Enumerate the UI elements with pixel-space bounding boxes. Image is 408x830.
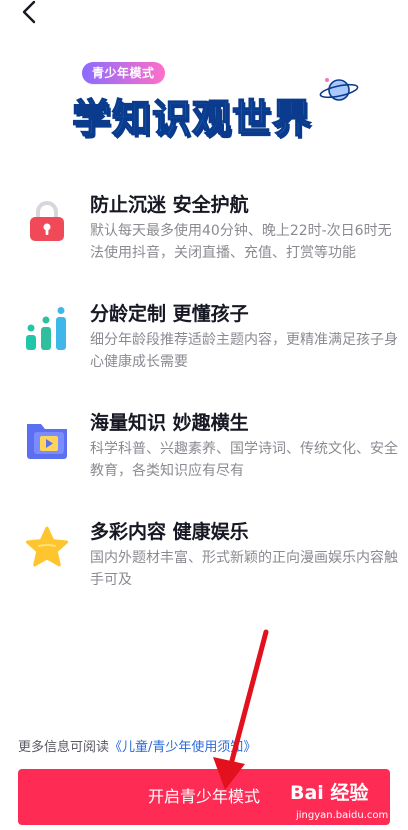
feature-desc: 细分年龄段推荐适龄主题内容，更精准满足孩子身心健康成长需要 (90, 332, 398, 370)
feature-title: 分龄定制 更懂孩子 (90, 303, 249, 325)
feature-knowledge: 海量知识 妙趣横生 科学科普、兴趣素养、国学诗词、传统文化、安全教育，各类知识应… (22, 408, 398, 488)
feature-desc: 科学科普、兴趣素养、国学诗词、传统文化、安全教育，各类知识应有尽有 (90, 441, 398, 479)
usage-notice-link[interactable]: 《儿童/青少年使用须知》 (109, 740, 256, 755)
back-button[interactable] (14, 0, 44, 26)
feature-entertainment: 多彩内容 健康娱乐 国内外题材丰富、形式新颖的正向漫画娱乐内容触手可及 (22, 517, 398, 597)
watermark-url: jingyan.baidu.com (296, 810, 389, 821)
baidu-jingyan-watermark: Bai 经验 jingyan.baidu.com (290, 778, 408, 828)
bar-chart-icon (26, 307, 66, 350)
feature-desc: 国内外题材丰富、形式新颖的正向漫画娱乐内容触手可及 (90, 550, 398, 588)
feature-desc: 默认每天最多使用40分钟、晚上22时-次日6时无法使用抖音，关闭直播、充值、打赏… (90, 223, 392, 261)
more-info-note: 更多信息可阅读《儿童/青少年使用须知》 (18, 736, 256, 755)
video-folder-icon (27, 424, 67, 459)
feature-anti-addiction: 防止沉迷 安全护航 默认每天最多使用40分钟、晚上22时-次日6时无法使用抖音，… (22, 190, 392, 270)
lock-icon (30, 201, 64, 241)
planet-icon (319, 78, 359, 101)
chevron-left-icon (22, 0, 36, 24)
feature-title: 防止沉迷 安全护航 (90, 194, 249, 216)
feature-title: 海量知识 妙趣横生 (90, 412, 249, 434)
more-info-prefix: 更多信息可阅读 (18, 740, 110, 755)
star-icon (25, 526, 69, 567)
feature-title: 多彩内容 健康娱乐 (90, 521, 249, 543)
teen-mode-badge: 青少年模式 (82, 62, 165, 84)
hero-title: 学知识观世界 (71, 96, 313, 143)
watermark-brand: Bai 经验 (290, 782, 369, 804)
hero-banner: 青少年模式 学知识观世界 (66, 56, 366, 152)
enable-teen-mode-label: 开启青少年模式 (147, 787, 260, 806)
feature-age-customized: 分龄定制 更懂孩子 细分年龄段推荐适龄主题内容，更精准满足孩子身心健康成长需要 (22, 299, 398, 379)
